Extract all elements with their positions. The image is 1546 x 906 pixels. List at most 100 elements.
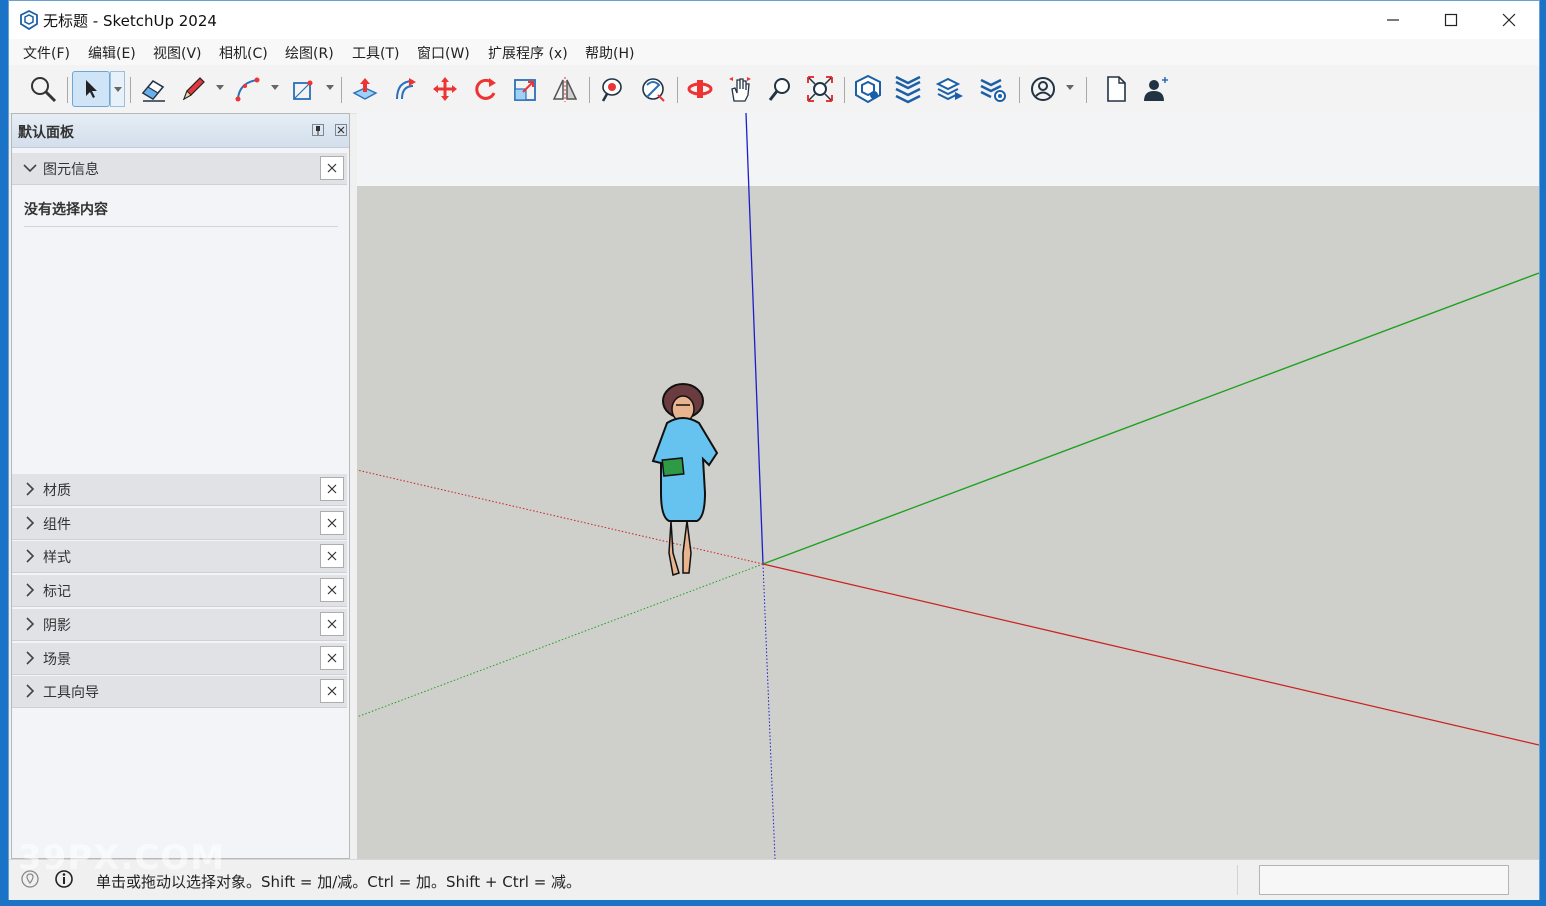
search-button[interactable]	[27, 73, 59, 105]
tray-entity-info[interactable]: 图元信息	[12, 153, 347, 185]
panel-title-bar: 默认面板	[12, 114, 349, 148]
eraser-button[interactable]	[137, 73, 169, 105]
tray-close-button[interactable]	[320, 156, 344, 180]
close-icon	[327, 585, 337, 595]
tray-scenes[interactable]: 场景	[12, 643, 347, 675]
app-window: 无标题 - SketchUp 2024 文件(F) 编辑(E) 视图(V) 相机…	[8, 0, 1540, 900]
extension-warehouse-button[interactable]	[892, 73, 924, 105]
arc-dropdown-icon[interactable]	[271, 85, 279, 90]
tape-measure-button[interactable]	[637, 73, 669, 105]
pan-button[interactable]	[724, 73, 756, 105]
zoom-button[interactable]	[764, 73, 796, 105]
select-arrow-icon	[86, 80, 97, 98]
orbit-icon	[687, 80, 713, 98]
zoom-icon	[768, 78, 790, 101]
pin-panel-button[interactable]	[312, 124, 324, 136]
menu-help[interactable]: 帮助(H)	[585, 43, 634, 63]
select-dropdown-button[interactable]	[110, 71, 125, 107]
flip-button[interactable]	[549, 73, 581, 105]
move-icon	[433, 77, 457, 101]
divider	[24, 226, 338, 227]
tray-close-button[interactable]	[320, 511, 344, 535]
account-button[interactable]	[1027, 73, 1059, 105]
extension-manager-button[interactable]	[977, 73, 1009, 105]
divider	[1237, 865, 1238, 895]
menu-extensions[interactable]: 扩展程序 (x)	[488, 43, 568, 63]
menu-draw[interactable]: 绘图(R)	[285, 43, 334, 63]
menu-window[interactable]: 窗口(W)	[417, 43, 470, 63]
minimize-button[interactable]	[1364, 1, 1422, 39]
tray-instructor[interactable]: 工具向导	[12, 676, 347, 708]
tray-close-button[interactable]	[320, 646, 344, 670]
offset-icon	[396, 78, 416, 100]
arc-button[interactable]	[231, 73, 263, 105]
chevron-down-icon	[114, 87, 122, 92]
tray-label: 标记	[43, 584, 71, 600]
close-panel-button[interactable]	[335, 124, 347, 136]
tray-label: 材质	[43, 483, 71, 499]
paint-bucket-button[interactable]	[597, 73, 629, 105]
pencil-icon	[182, 77, 205, 101]
paint-bucket-icon	[601, 78, 622, 102]
tray-shadows[interactable]: 阴影	[12, 609, 347, 641]
model-viewport[interactable]	[357, 113, 1539, 859]
3d-warehouse-icon	[855, 74, 881, 104]
panel-title: 默认面板	[18, 125, 74, 141]
flip-icon	[552, 77, 578, 102]
new-file-icon	[1107, 76, 1126, 102]
default-tray-panel: 默认面板 图元信息 没有选择内容 材质 组件 样式 标记 阴影 场景 工具向导	[11, 113, 350, 859]
close-icon	[1502, 13, 1516, 27]
layout-send-button[interactable]	[934, 73, 966, 105]
maximize-icon	[1444, 13, 1458, 27]
title-bar: 无标题 - SketchUp 2024	[9, 1, 1539, 39]
tray-close-button[interactable]	[320, 612, 344, 636]
chevron-down-icon	[23, 164, 37, 173]
menu-view[interactable]: 视图(V)	[153, 43, 202, 63]
pencil-button[interactable]	[177, 73, 209, 105]
menu-tools[interactable]: 工具(T)	[352, 43, 399, 63]
new-file-button[interactable]	[1100, 73, 1132, 105]
pencil-dropdown-icon[interactable]	[216, 85, 224, 90]
rotate-button[interactable]	[469, 73, 501, 105]
measurements-box[interactable]	[1259, 865, 1509, 895]
close-icon	[327, 163, 337, 173]
tray-label: 组件	[43, 517, 71, 533]
tray-label: 阴影	[43, 618, 71, 634]
tray-styles[interactable]: 样式	[12, 541, 347, 573]
tray-close-button[interactable]	[320, 544, 344, 568]
tray-close-button[interactable]	[320, 477, 344, 501]
no-selection-text: 没有选择内容	[24, 202, 108, 218]
sky	[357, 113, 1539, 186]
tray-materials[interactable]: 材质	[12, 474, 347, 506]
tray-components[interactable]: 组件	[12, 508, 347, 540]
select-tool-button[interactable]	[72, 71, 110, 107]
tray-close-button[interactable]	[320, 679, 344, 703]
menu-file[interactable]: 文件(F)	[23, 43, 70, 63]
maximize-button[interactable]	[1422, 1, 1480, 39]
chevron-right-icon	[26, 482, 35, 496]
watermark-text: 39PX.COM	[18, 838, 226, 878]
menu-edit[interactable]: 编辑(E)	[88, 43, 136, 63]
arc-icon	[235, 77, 260, 102]
status-bar: 单击或拖动以选择对象。Shift = 加/减。Ctrl = 加。Shift + …	[9, 859, 1539, 900]
tray-tags[interactable]: 标记	[12, 575, 347, 607]
orbit-button[interactable]	[684, 73, 716, 105]
minimize-icon	[1387, 19, 1399, 21]
rectangle-button[interactable]	[287, 73, 319, 105]
zoom-extents-button[interactable]	[804, 73, 836, 105]
offset-button[interactable]	[389, 73, 421, 105]
ground	[357, 186, 1539, 859]
account-dropdown-icon[interactable]	[1066, 85, 1074, 90]
scale-button[interactable]	[509, 73, 541, 105]
3d-warehouse-button[interactable]	[852, 73, 884, 105]
search-icon	[31, 77, 57, 103]
extension-manager-icon	[980, 78, 1006, 102]
move-button[interactable]	[429, 73, 461, 105]
tray-close-button[interactable]	[320, 578, 344, 602]
chevron-right-icon	[26, 549, 35, 563]
push-pull-button[interactable]	[349, 73, 381, 105]
menu-camera[interactable]: 相机(C)	[219, 43, 268, 63]
user-add-button[interactable]	[1140, 73, 1172, 105]
close-button[interactable]	[1480, 1, 1538, 39]
rectangle-dropdown-icon[interactable]	[326, 85, 334, 90]
